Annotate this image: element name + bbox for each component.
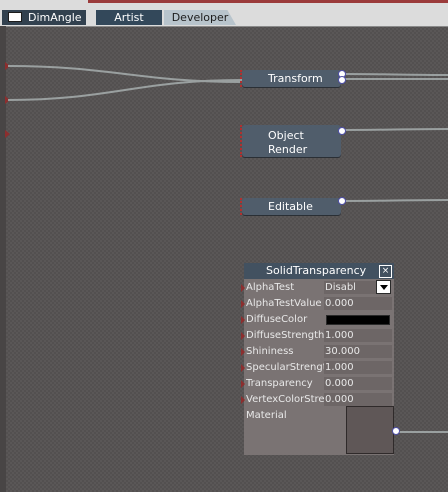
input-port[interactable]	[241, 348, 245, 356]
transform-node[interactable]: Transform	[240, 70, 341, 87]
editable-node[interactable]: Editable	[240, 198, 341, 215]
property-value[interactable]: 0.000	[324, 377, 392, 390]
property-row-shininess[interactable]: Shininess 30.000	[241, 344, 394, 360]
property-name: AlphaTest	[246, 282, 295, 293]
input-port[interactable]	[241, 380, 245, 388]
property-value[interactable]: 1.000	[324, 329, 392, 342]
input-port[interactable]	[241, 316, 245, 324]
material-preview[interactable]	[346, 406, 394, 454]
input-port-strip[interactable]	[240, 70, 245, 87]
wire[interactable]	[7, 79, 243, 101]
property-row-alphatestvalue[interactable]: AlphaTestValue 0.000	[241, 296, 394, 312]
diffuse-color-swatch[interactable]	[326, 315, 390, 325]
property-row-diffusecolor[interactable]: DiffuseColor	[241, 312, 394, 328]
property-name: DiffuseStrength	[246, 330, 324, 341]
property-value[interactable]: 1.000	[324, 361, 392, 374]
solid-transparency-panel[interactable]: SolidTransparency × AlphaTest Disabl Alp…	[241, 263, 400, 455]
input-port[interactable]	[241, 332, 245, 340]
output-port[interactable]	[338, 127, 346, 135]
property-value[interactable]: 0.000	[324, 393, 392, 406]
property-row-transparency[interactable]: Transparency 0.000	[241, 376, 394, 392]
property-row-alphatest[interactable]: AlphaTest Disabl	[241, 280, 394, 296]
output-port[interactable]	[392, 427, 400, 435]
property-row-diffusestrength[interactable]: DiffuseStrength 1.000	[241, 328, 394, 344]
chevron-down-icon[interactable]	[376, 280, 391, 294]
input-port[interactable]	[241, 364, 245, 372]
property-row-specularstrength[interactable]: SpecularStrengt 1.000	[241, 360, 394, 376]
object-render-label-line2: Render	[268, 143, 308, 156]
input-port[interactable]	[241, 300, 245, 308]
input-port-strip[interactable]	[240, 125, 245, 157]
alphatest-select[interactable]: Disabl	[324, 281, 376, 294]
property-value[interactable]: 30.000	[324, 345, 392, 358]
wire[interactable]	[343, 199, 448, 202]
node-graph-editor: DimAngle Artist Developer Transform Obje…	[0, 0, 448, 492]
input-port-strip[interactable]	[240, 198, 245, 215]
output-port[interactable]	[338, 76, 346, 84]
object-render-label-line1: Object	[268, 129, 304, 142]
input-port[interactable]	[241, 396, 245, 404]
property-name: Shininess	[246, 346, 294, 357]
property-value[interactable]: 0.000	[324, 297, 392, 310]
output-port[interactable]	[338, 197, 346, 205]
property-name: SpecularStrengt	[246, 362, 324, 373]
property-name: Material	[246, 410, 287, 421]
property-name: VertexColorStre	[246, 394, 324, 405]
property-name: AlphaTestValue	[246, 298, 322, 309]
wire[interactable]	[343, 73, 448, 76]
transform-node-label: Transform	[268, 72, 323, 85]
editable-node-label: Editable	[268, 200, 313, 213]
property-name: DiffuseColor	[246, 314, 308, 325]
property-name: Transparency	[246, 378, 313, 389]
wire[interactable]	[343, 128, 448, 131]
close-icon[interactable]: ×	[379, 265, 392, 278]
panel-title: SolidTransparency	[266, 264, 367, 277]
input-port[interactable]	[241, 284, 245, 292]
panel-title-bar[interactable]: SolidTransparency ×	[244, 263, 394, 279]
wire[interactable]	[7, 65, 243, 83]
object-render-node[interactable]: Object Render	[240, 125, 341, 157]
